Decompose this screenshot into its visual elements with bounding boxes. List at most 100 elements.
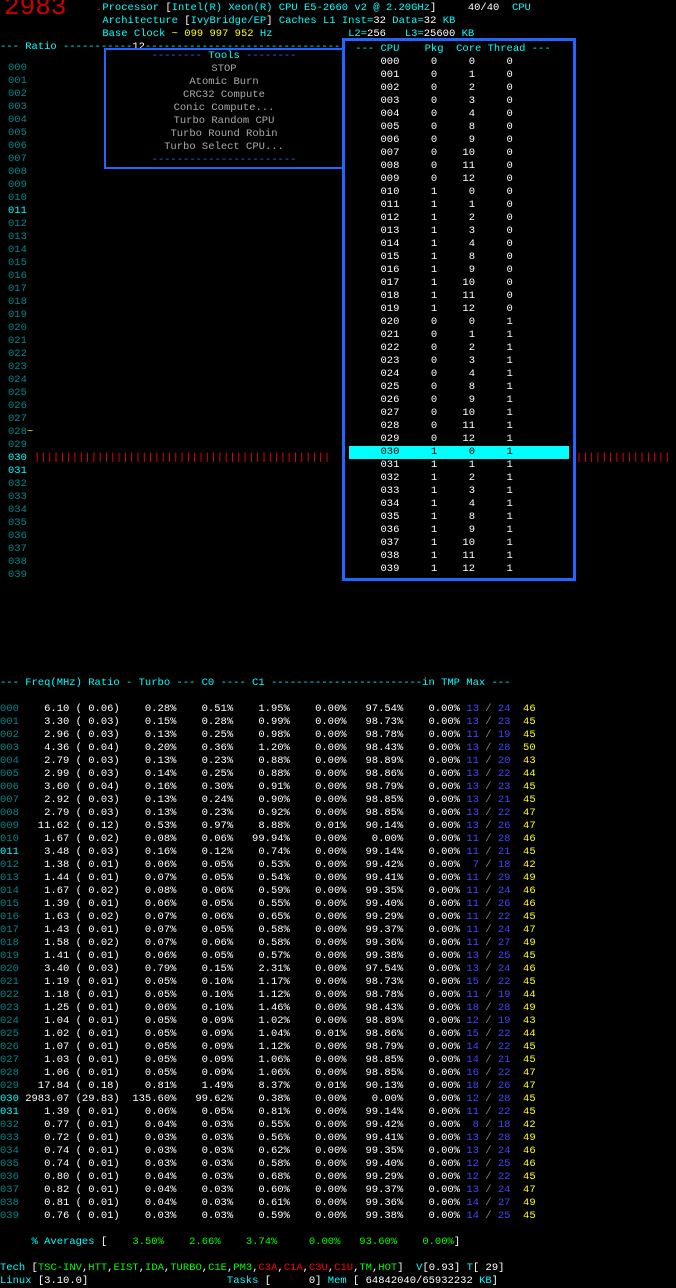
- ratio-readout: 2983: [4, 2, 90, 32]
- cpu-index: 028~: [8, 426, 33, 439]
- freq-row: 015 1.39 ( 0.01) 0.06% 0.05% 0.55% 0.00%…: [0, 898, 676, 911]
- freq-row: 031 1.39 ( 0.01) 0.06% 0.05% 0.81% 0.00%…: [0, 1106, 676, 1119]
- cpu-topology-row[interactable]: 011 1 1 0: [349, 199, 569, 212]
- freq-row: 010 1.67 ( 0.02) 0.08% 0.06% 99.94% 0.00…: [0, 833, 676, 846]
- freq-row: 027 1.03 ( 0.01) 0.05% 0.09% 1.06% 0.00%…: [0, 1054, 676, 1067]
- freq-row: 011 3.48 ( 0.03) 0.16% 0.12% 0.74% 0.00%…: [0, 846, 676, 859]
- cpu-index: 032: [8, 478, 33, 491]
- cpu-topology-row[interactable]: 025 0 8 1: [349, 381, 569, 394]
- cpu-topology-row[interactable]: 035 1 8 1: [349, 511, 569, 524]
- tools-item[interactable]: Conic Compute...: [106, 102, 342, 115]
- cpu-index: 035: [8, 517, 33, 530]
- cpu-index: 008: [8, 166, 33, 179]
- cpu-topology-row[interactable]: 018 1 11 0: [349, 290, 569, 303]
- freq-row: 025 1.02 ( 0.01) 0.05% 0.09% 1.04% 0.01%…: [0, 1028, 676, 1041]
- cpu-topology-row[interactable]: 009 0 12 0: [349, 173, 569, 186]
- freq-row: 018 1.58 ( 0.02) 0.07% 0.06% 0.58% 0.00%…: [0, 937, 676, 950]
- freq-row: 006 3.60 ( 0.04) 0.16% 0.30% 0.91% 0.00%…: [0, 781, 676, 794]
- freq-row: 034 0.74 ( 0.01) 0.03% 0.03% 0.62% 0.00%…: [0, 1145, 676, 1158]
- freq-row: 036 0.80 ( 0.01) 0.04% 0.03% 0.68% 0.00%…: [0, 1171, 676, 1184]
- cpu-topology-row[interactable]: 023 0 3 1: [349, 355, 569, 368]
- cpu-topology-row[interactable]: 004 0 4 0: [349, 108, 569, 121]
- cpu-topology-row[interactable]: 024 0 4 1: [349, 368, 569, 381]
- cpu-topology-row[interactable]: 012 1 2 0: [349, 212, 569, 225]
- cpu-topology-row[interactable]: 002 0 2 0: [349, 82, 569, 95]
- cpu-index-column: 0000010020030040050060070080090100110120…: [8, 62, 33, 582]
- freq-row: 032 0.77 ( 0.01) 0.04% 0.03% 0.55% 0.00%…: [0, 1119, 676, 1132]
- cpu-topology-row[interactable]: 032 1 2 1: [349, 472, 569, 485]
- freq-row: 001 3.30 ( 0.03) 0.15% 0.28% 0.99% 0.00%…: [0, 716, 676, 729]
- cpu-topology-row[interactable]: 021 0 1 1: [349, 329, 569, 342]
- freq-row: 024 1.04 ( 0.01) 0.05% 0.09% 1.02% 0.00%…: [0, 1015, 676, 1028]
- freq-row: 005 2.99 ( 0.03) 0.14% 0.25% 0.88% 0.00%…: [0, 768, 676, 781]
- cpu-index: 015: [8, 257, 33, 270]
- tools-item[interactable]: CRC32 Compute: [106, 89, 342, 102]
- footer-kernel: Linux [3.10.0] Tasks [ 0] Mem [ 64842040…: [0, 1275, 676, 1288]
- cpu-index: 023: [8, 361, 33, 374]
- tools-item[interactable]: Turbo Round Robin: [106, 128, 342, 141]
- cpu-index: 005: [8, 127, 33, 140]
- cpu-topology-row[interactable]: 038 1 11 1: [349, 550, 569, 563]
- cpu-topology-row[interactable]: 036 1 9 1: [349, 524, 569, 537]
- cpu-topology-row[interactable]: 037 1 10 1: [349, 537, 569, 550]
- cpu-topology-row[interactable]: 007 0 10 0: [349, 147, 569, 160]
- freq-table-header: --- Freq(MHz) Ratio - Turbo --- C0 ---- …: [0, 677, 676, 690]
- cpu-topology-row[interactable]: 014 1 4 0: [349, 238, 569, 251]
- cpu-topology-row[interactable]: 010 1 0 0: [349, 186, 569, 199]
- cpu-topology-row[interactable]: 029 0 12 1: [349, 433, 569, 446]
- tools-item[interactable]: Turbo Random CPU: [106, 115, 342, 128]
- cpu-topology-row[interactable]: 031 1 1 1: [349, 459, 569, 472]
- cpu-index: 019: [8, 309, 33, 322]
- cpu-index: 025: [8, 387, 33, 400]
- cpu-topology-row[interactable]: 003 0 3 0: [349, 95, 569, 108]
- cpu-topology-row[interactable]: 015 1 8 0: [349, 251, 569, 264]
- cpu-topology-row[interactable]: 027 0 10 1: [349, 407, 569, 420]
- cpu-index: 014: [8, 244, 33, 257]
- tools-menu[interactable]: -------- Tools -------- STOPAtomic BurnC…: [104, 48, 344, 169]
- cpu-topology-row[interactable]: 033 1 3 1: [349, 485, 569, 498]
- cpu-index: 031: [8, 465, 33, 478]
- cpu-index: 000: [8, 62, 33, 75]
- cpu-index: 034: [8, 504, 33, 517]
- cpu-index: 026: [8, 400, 33, 413]
- footer-tech: Tech [TSC-INV,HTT,EIST,IDA,TURBO,C1E,PM3…: [0, 1262, 676, 1275]
- cpu-topology-row[interactable]: 028 0 11 1: [349, 420, 569, 433]
- freq-row: 016 1.63 ( 0.02) 0.07% 0.06% 0.65% 0.00%…: [0, 911, 676, 924]
- cpu-topology-row[interactable]: 022 0 2 1: [349, 342, 569, 355]
- freq-row: 022 1.18 ( 0.01) 0.05% 0.10% 1.12% 0.00%…: [0, 989, 676, 1002]
- cpu-index: 006: [8, 140, 33, 153]
- header-processor-line: .Processor [Intel(R) Xeon(R) CPU E5-2660…: [96, 2, 676, 15]
- cpu-topology-row[interactable]: 005 0 8 0: [349, 121, 569, 134]
- freq-row: 035 0.74 ( 0.01) 0.03% 0.03% 0.58% 0.00%…: [0, 1158, 676, 1171]
- cpu-topology-row[interactable]: 000 0 0 0: [349, 56, 569, 69]
- cpu-topology-row[interactable]: 001 0 1 0: [349, 69, 569, 82]
- freq-row: 030 2983.07 (29.83) 135.60% 99.62% 0.38%…: [0, 1093, 676, 1106]
- tools-item[interactable]: Atomic Burn: [106, 76, 342, 89]
- cpu-index: 030: [8, 452, 33, 465]
- cpu-topology-row[interactable]: 019 1 12 0: [349, 303, 569, 316]
- freq-row: 004 2.79 ( 0.03) 0.13% 0.23% 0.88% 0.00%…: [0, 755, 676, 768]
- cpu-topology-row[interactable]: 013 1 3 0: [349, 225, 569, 238]
- cpu-index: 002: [8, 88, 33, 101]
- freq-row: 009 11.62 ( 0.12) 0.53% 0.97% 8.88% 0.01…: [0, 820, 676, 833]
- freq-row: 007 2.92 ( 0.03) 0.13% 0.24% 0.90% 0.00%…: [0, 794, 676, 807]
- cpu-topology-row[interactable]: 016 1 9 0: [349, 264, 569, 277]
- cpu-topology-row[interactable]: 008 0 11 0: [349, 160, 569, 173]
- tools-item[interactable]: STOP: [106, 63, 342, 76]
- freq-row: 002 2.96 ( 0.03) 0.13% 0.25% 0.98% 0.00%…: [0, 729, 676, 742]
- cpu-index: 038: [8, 556, 33, 569]
- cpu-topology-row[interactable]: 039 1 12 1: [349, 563, 569, 576]
- tools-item[interactable]: Turbo Select CPU...: [106, 141, 342, 154]
- cpu-topology-row[interactable]: 006 0 9 0: [349, 134, 569, 147]
- cpu-topology-panel[interactable]: --- CPU Pkg Core Thread --- 000 0 0 0 00…: [342, 38, 576, 581]
- cpu-index: 033: [8, 491, 33, 504]
- freq-row: 037 0.82 ( 0.01) 0.04% 0.03% 0.60% 0.00%…: [0, 1184, 676, 1197]
- freq-row: 017 1.43 ( 0.01) 0.07% 0.05% 0.58% 0.00%…: [0, 924, 676, 937]
- cpu-topology-row[interactable]: 026 0 9 1: [349, 394, 569, 407]
- cpu-index: 010: [8, 192, 33, 205]
- cpu-topology-row[interactable]: 017 1 10 0: [349, 277, 569, 290]
- cpu-topology-row[interactable]: 020 0 0 1: [349, 316, 569, 329]
- cpu-topology-row[interactable]: 030 1 0 1: [349, 446, 569, 459]
- freq-row: 023 1.25 ( 0.01) 0.06% 0.10% 1.46% 0.00%…: [0, 1002, 676, 1015]
- cpu-topology-row[interactable]: 034 1 4 1: [349, 498, 569, 511]
